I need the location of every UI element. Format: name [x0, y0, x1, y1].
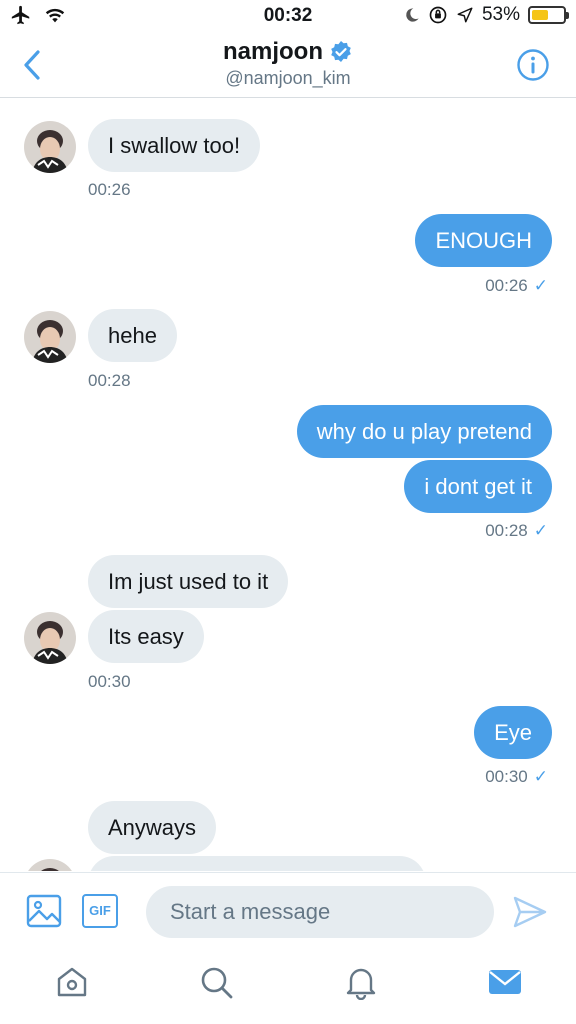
- contact-name: namjoon: [223, 38, 323, 65]
- message-timestamp: 00:28 ✓: [485, 521, 548, 540]
- orientation-lock-icon: [429, 6, 447, 24]
- contact-handle: @namjoon_kim: [225, 68, 351, 88]
- messages-icon[interactable]: [487, 964, 523, 1000]
- read-check-icon: ✓: [533, 276, 548, 295]
- message-bubble-incoming[interactable]: Anyways: [88, 801, 217, 854]
- message-bubble-outgoing[interactable]: ENOUGH: [415, 214, 552, 267]
- battery-level: [532, 10, 548, 20]
- battery-percent: 53%: [481, 4, 520, 25]
- image-icon[interactable]: [26, 893, 62, 929]
- moon-icon: [406, 8, 419, 22]
- message-bubble-outgoing[interactable]: why do u play pretend: [296, 405, 552, 458]
- message-timestamp: 00:30: [88, 672, 131, 691]
- read-check-icon: ✓: [533, 521, 548, 540]
- message-bubble-outgoing[interactable]: i dont get it: [404, 460, 552, 513]
- message-timestamp: 00:28: [88, 371, 131, 390]
- read-check-icon: ✓: [533, 767, 548, 786]
- message-input[interactable]: [146, 886, 494, 938]
- search-icon[interactable]: [198, 964, 234, 1000]
- message-timestamp: 00:26: [88, 180, 131, 199]
- message-bubble-outgoing[interactable]: Eye: [474, 706, 552, 759]
- conversation-header: namjoon @namjoon_kim: [0, 34, 576, 98]
- conversation-title[interactable]: namjoon @namjoon_kim: [0, 38, 576, 89]
- home-icon[interactable]: [54, 964, 90, 1000]
- message-bubble-incoming-partial[interactable]: [88, 856, 426, 871]
- send-icon[interactable]: [512, 895, 548, 929]
- status-bar: 00:32 53%: [0, 0, 576, 34]
- gif-button[interactable]: GIF: [82, 894, 118, 928]
- avatar[interactable]: [24, 612, 76, 664]
- avatar[interactable]: [24, 311, 76, 363]
- message-bubble-incoming[interactable]: hehe: [88, 309, 177, 362]
- message-bubble-incoming[interactable]: Im just used to it: [88, 555, 289, 608]
- tab-bar: [0, 946, 576, 1024]
- message-bubble-incoming[interactable]: Its easy: [88, 610, 204, 663]
- verified-badge-icon: [331, 41, 351, 62]
- message-composer: GIF: [0, 872, 576, 946]
- avatar[interactable]: [24, 859, 76, 871]
- avatar[interactable]: [24, 121, 76, 173]
- info-icon[interactable]: [516, 48, 550, 82]
- message-list[interactable]: I swallow too! 00:26 ENOUGH 00:26 ✓ hehe …: [0, 99, 576, 871]
- message-bubble-incoming[interactable]: I swallow too!: [88, 119, 261, 172]
- message-timestamp: 00:30 ✓: [485, 767, 548, 786]
- battery-icon: [528, 6, 569, 24]
- notifications-icon[interactable]: [343, 964, 379, 1000]
- location-icon: [457, 7, 473, 23]
- message-timestamp: 00:26 ✓: [485, 276, 548, 295]
